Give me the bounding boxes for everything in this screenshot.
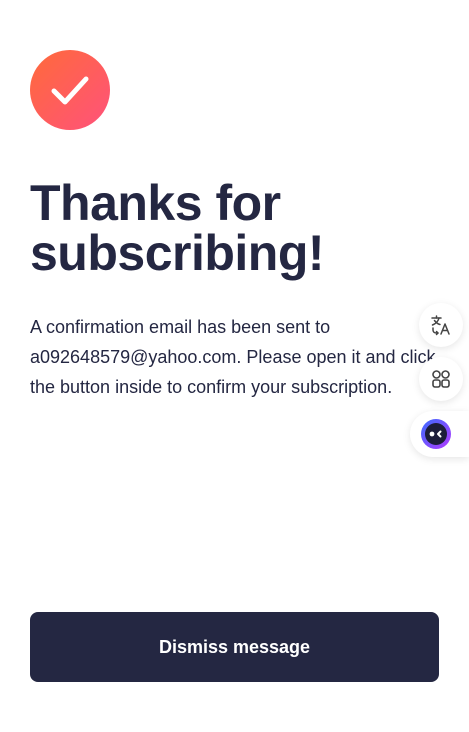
page-title: Thanks for subscribing! [30, 175, 325, 281]
translate-button[interactable] [419, 303, 463, 347]
assistant-face-icon [421, 419, 451, 449]
assistant-button[interactable] [410, 411, 469, 457]
apps-button[interactable] [419, 357, 463, 401]
translate-icon [431, 315, 450, 336]
dismiss-button[interactable]: Dismiss message [30, 612, 439, 682]
check-icon [51, 76, 89, 105]
success-badge [30, 50, 110, 130]
apps-grid-icon [432, 370, 450, 388]
confirmation-message: A confirmation email has been sent to a0… [30, 317, 436, 397]
